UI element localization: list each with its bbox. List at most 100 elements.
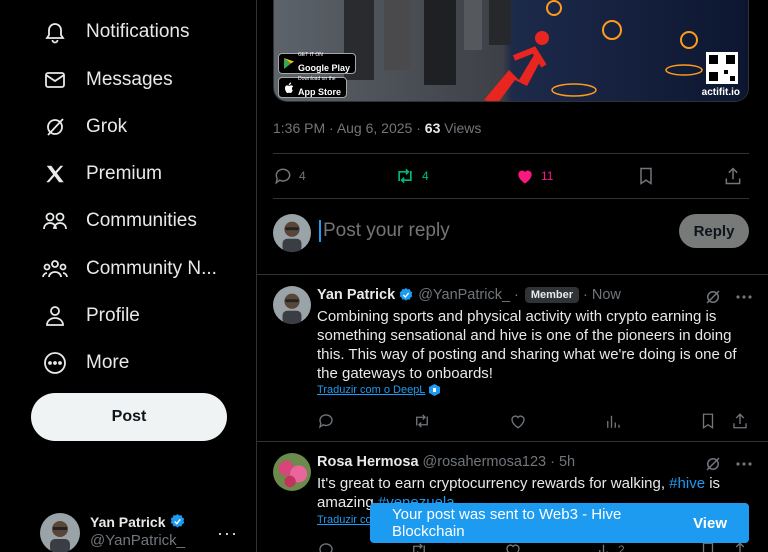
- reply-count: 4: [299, 169, 306, 183]
- app-store-small: Download on the: [298, 75, 336, 82]
- x-logo-icon: [42, 161, 68, 187]
- post-button[interactable]: Post: [31, 393, 227, 441]
- verified-badge-icon: [398, 287, 414, 303]
- nav-label: Community N...: [86, 258, 217, 279]
- translate-link[interactable]: Traduzir com o DeepL: [317, 384, 441, 396]
- avatar: [273, 214, 311, 252]
- nav-label: Profile: [86, 305, 140, 326]
- author-name[interactable]: Yan Patrick: [317, 287, 395, 303]
- toast-notification: Your post was sent to Web3 - Hive Blockc…: [370, 503, 749, 543]
- post-time[interactable]: 5h: [559, 454, 575, 470]
- verified-badge-icon: [169, 513, 186, 530]
- repost-button[interactable]: 4: [394, 166, 454, 186]
- apple-icon: [284, 82, 294, 94]
- google-play-badge[interactable]: GET IT ON Google Play: [278, 51, 357, 74]
- post-action-bar: 4 4 11: [273, 154, 749, 198]
- account-switcher[interactable]: Yan Patrick @YanPatrick_ ···: [30, 505, 250, 552]
- bookmark-icon[interactable]: [699, 412, 717, 430]
- grok-icon[interactable]: [704, 455, 722, 473]
- nav-item-grok[interactable]: Grok: [30, 107, 139, 147]
- repost-icon: [398, 168, 412, 184]
- post-date: Aug 6, 2025: [336, 120, 413, 136]
- reply-composer: Reply: [273, 210, 749, 260]
- more-options-icon[interactable]: [736, 462, 752, 466]
- post-timestamp[interactable]: 1:36 PM · Aug 6, 2025 · 63 Views: [273, 120, 481, 136]
- grok-icon: [42, 114, 68, 140]
- main-column: GET IT ON Google Play Download on the App …: [257, 0, 768, 552]
- author-handle[interactable]: @rosahermosa123: [423, 454, 547, 470]
- nav-item-premium[interactable]: Premium: [30, 154, 174, 194]
- more-circle-icon: [42, 350, 68, 376]
- divider: [273, 198, 749, 199]
- reply-button[interactable]: 4: [273, 166, 333, 186]
- brand-watermark: actifit.io: [701, 87, 740, 98]
- google-play-small: GET IT ON: [298, 51, 323, 58]
- people-icon: [42, 208, 68, 234]
- reply-submit-button[interactable]: Reply: [679, 214, 749, 248]
- account-name: Yan Patrick: [90, 513, 166, 530]
- nav-label: Messages: [86, 69, 173, 90]
- translate-label: Traduzir com o DeepL: [317, 384, 426, 396]
- avatar: [40, 513, 80, 552]
- nav-item-more[interactable]: More: [30, 343, 141, 383]
- app-store-badge[interactable]: Download on the App Store: [278, 75, 348, 98]
- reply-icon[interactable]: [317, 541, 335, 552]
- separator-dot: ·: [550, 454, 555, 470]
- nav-item-messages[interactable]: Messages: [30, 60, 185, 100]
- separator-dot: ·: [514, 287, 519, 303]
- share-icon: [725, 167, 741, 185]
- reply-icon[interactable]: [317, 412, 335, 430]
- toast-message: Your post was sent to Web3 - Hive Blockc…: [392, 506, 622, 540]
- separator-dot: ·: [583, 287, 588, 303]
- hashtag-link[interactable]: #hive: [669, 475, 705, 492]
- repost-count: 4: [422, 169, 429, 183]
- reply-input[interactable]: [319, 220, 619, 242]
- google-play-icon: [284, 58, 294, 69]
- heart-icon[interactable]: [509, 412, 527, 430]
- nav-label: Grok: [86, 116, 128, 137]
- repost-icon[interactable]: [412, 412, 432, 430]
- envelope-icon: [42, 67, 68, 93]
- member-badge: Member: [524, 287, 580, 303]
- more-options-icon[interactable]: [736, 295, 752, 299]
- author-name[interactable]: Rosa Hermosa: [317, 454, 419, 470]
- author-handle[interactable]: @YanPatrick_: [418, 287, 510, 303]
- nav-item-communities[interactable]: Communities: [30, 201, 209, 241]
- views-count: 63: [424, 120, 441, 136]
- nav-label: Communities: [86, 210, 197, 231]
- reply-icon: [275, 168, 291, 185]
- views-label: Views: [444, 120, 482, 136]
- like-button[interactable]: 11: [515, 166, 575, 186]
- reply-tweet[interactable]: Yan Patrick @YanPatrick_ · Member · Now …: [257, 274, 768, 441]
- deepl-icon: [429, 384, 441, 396]
- person-icon: [42, 303, 68, 329]
- share-button[interactable]: [723, 166, 749, 186]
- grok-icon[interactable]: [704, 288, 722, 306]
- views-count: 2: [617, 543, 625, 552]
- views-icon[interactable]: [604, 412, 622, 430]
- tweet-text: Combining sports and physical activity w…: [317, 308, 737, 382]
- bell-icon: [42, 19, 68, 45]
- nav-label: Notifications: [86, 21, 190, 42]
- toast-view-button[interactable]: View: [693, 515, 727, 532]
- share-icon[interactable]: [731, 412, 749, 430]
- app-store-label: App Store: [298, 86, 342, 97]
- account-handle: @YanPatrick_: [90, 532, 185, 549]
- bookmark-button[interactable]: [636, 166, 662, 186]
- meta-separator: ·: [416, 120, 425, 136]
- avatar[interactable]: [273, 453, 311, 491]
- account-more-icon[interactable]: ···: [217, 523, 238, 544]
- bookmark-icon: [640, 167, 652, 185]
- post-time[interactable]: Now: [592, 287, 621, 303]
- google-play-label: Google Play: [298, 62, 351, 73]
- nav-item-profile[interactable]: Profile: [30, 296, 152, 336]
- nav-label: Premium: [86, 163, 163, 184]
- nav-item-community-notes[interactable]: Community N...: [30, 249, 229, 289]
- post-time: 1:36 PM: [273, 120, 326, 136]
- like-count: 11: [541, 169, 554, 183]
- heart-filled-icon: [518, 170, 532, 184]
- nav-item-notifications[interactable]: Notifications: [30, 12, 202, 52]
- post-media-image[interactable]: GET IT ON Google Play Download on the App …: [273, 0, 749, 102]
- avatar[interactable]: [273, 286, 311, 324]
- sidebar-nav: Notifications Messages Grok Premium Comm…: [0, 0, 257, 552]
